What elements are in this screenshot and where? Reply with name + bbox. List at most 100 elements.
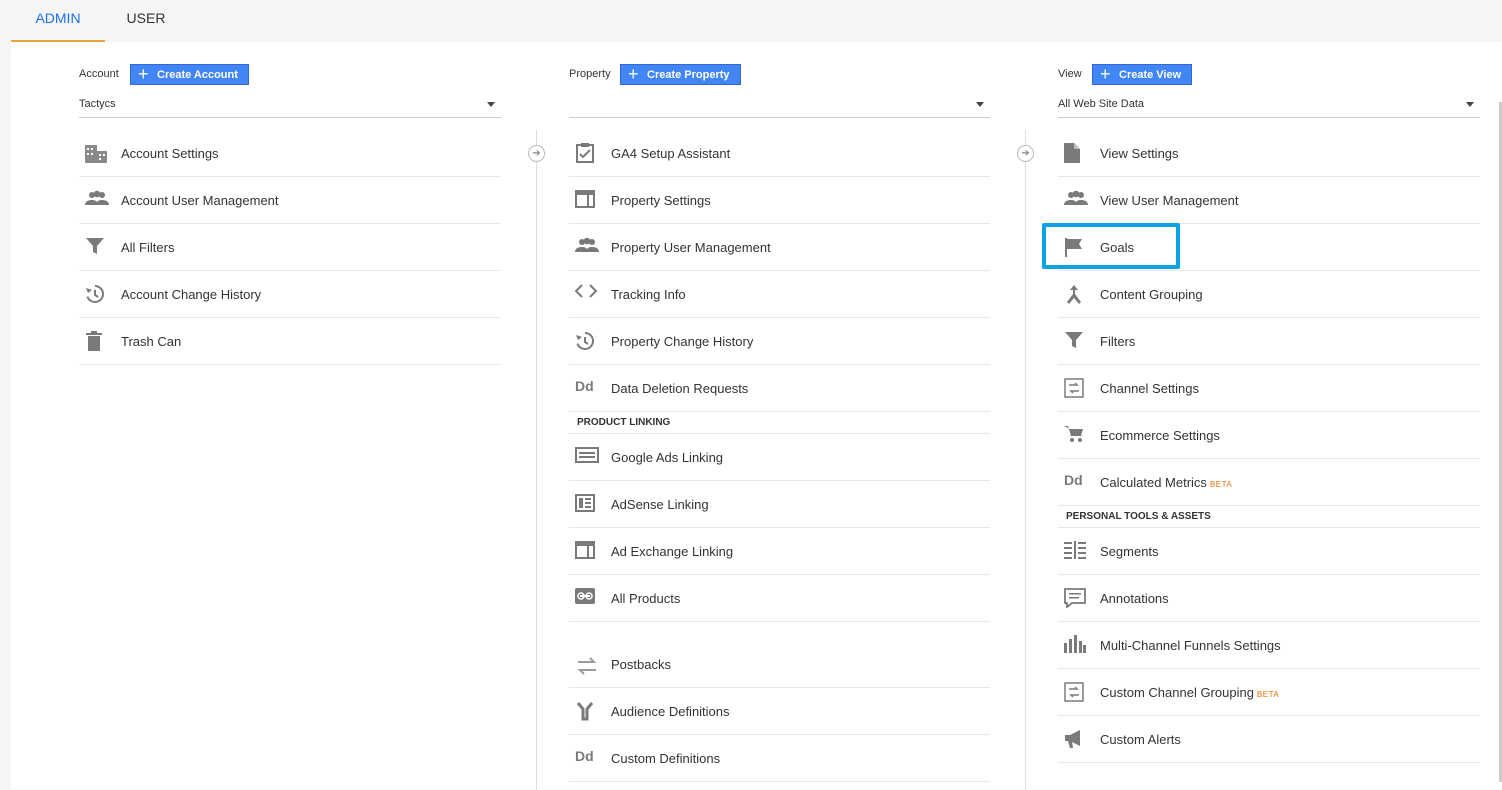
menu-item-label: Annotations: [1100, 591, 1169, 606]
property-menu-item-property-settings[interactable]: Property Settings: [569, 177, 990, 224]
menu-item-label: All Filters: [121, 240, 175, 255]
section-heading: PRODUCT LINKING: [569, 412, 990, 434]
menu-item-label: Tracking Info: [611, 287, 686, 302]
view-menu-item-channel-settings[interactable]: Channel Settings: [1058, 365, 1480, 412]
menu-item-label: Ecommerce Settings: [1100, 428, 1220, 443]
view-menu-item-goals[interactable]: Goals: [1058, 224, 1480, 271]
view-menu: View Settings View User Management Goals Co…: [1058, 130, 1480, 763]
menu-item-label: Channel Settings: [1100, 381, 1200, 396]
menu-item-label: Account User Management: [121, 193, 279, 208]
menu-item-label: AdSense Linking: [611, 497, 709, 512]
beta-badge: BETA: [1209, 480, 1233, 489]
tab-admin[interactable]: ADMIN: [11, 0, 105, 42]
menu-item-label: Google Ads Linking: [611, 450, 724, 465]
people-icon: [85, 190, 109, 209]
property-menu-item-property-change-history[interactable]: Property Change History: [569, 318, 990, 365]
bars-icon: [1064, 635, 1086, 656]
view-menu-item-multi-channel-funnels-settings[interactable]: Multi-Channel Funnels Settings: [1058, 622, 1480, 669]
property-menu-item-adsense-linking[interactable]: AdSense Linking: [569, 481, 990, 528]
account-menu-item-account-settings[interactable]: Account Settings: [79, 130, 501, 177]
fork-icon: [575, 702, 595, 724]
view-menu-item-filters[interactable]: Filters: [1058, 318, 1480, 365]
comment-icon: [1064, 588, 1086, 611]
menu-item-label: Custom Definitions: [611, 751, 721, 766]
menu-item-label: GA4 Setup Assistant: [611, 146, 731, 161]
dropdown-arrow-icon: [976, 102, 984, 107]
view-menu-item-custom-alerts[interactable]: Custom Alerts: [1058, 716, 1480, 763]
menu-item-label: Goals: [1100, 240, 1134, 255]
property-menu-item-property-user-management[interactable]: Property User Management: [569, 224, 990, 271]
dropdown-arrow-icon: [487, 102, 495, 107]
menu-item-label: Content Grouping: [1100, 287, 1203, 302]
section-heading: PERSONAL TOOLS & ASSETS: [1058, 506, 1480, 528]
building-icon: [85, 145, 107, 166]
link-icon: [575, 588, 595, 607]
ads-icon: [575, 447, 599, 466]
menu-item-label: Trash Can: [121, 334, 182, 349]
property-label: Property: [569, 68, 611, 80]
menu-item-label: Account Settings: [121, 146, 219, 161]
property-menu-item-ga4-setup-assistant[interactable]: GA4 Setup Assistant: [569, 130, 990, 177]
property-menu-item-tracking-info[interactable]: Tracking Info: [569, 271, 990, 318]
cart-icon: [1064, 426, 1084, 446]
property-menu-item-postbacks[interactable]: Postbacks: [569, 641, 990, 688]
view-menu-item-view-settings[interactable]: View Settings: [1058, 130, 1480, 177]
filter-icon: [85, 238, 105, 258]
property-selector[interactable]: [569, 92, 990, 118]
plus-icon: +: [1100, 64, 1111, 84]
menu-item-label: Ad Exchange Linking: [611, 544, 734, 559]
account-menu-item-account-user-management[interactable]: Account User Management: [79, 177, 501, 224]
property-menu: GA4 Setup Assistant Property Settings Prop…: [569, 130, 990, 782]
view-menu-item-segments[interactable]: Segments: [1058, 528, 1480, 575]
menu-item-label: Postbacks: [611, 657, 671, 672]
menu-item-label: Account Change History: [121, 287, 262, 302]
create-property-button[interactable]: + Create Property: [620, 64, 741, 85]
view-menu-item-custom-channel-grouping[interactable]: Custom Channel Grouping BETA: [1058, 669, 1480, 716]
people-icon: [1064, 190, 1088, 209]
history-icon: [85, 285, 105, 307]
menu-item-label: Property Change History: [611, 334, 754, 349]
account-menu: Account Settings Account User Management A…: [79, 130, 501, 365]
account-menu-item-all-filters[interactable]: All Filters: [79, 224, 501, 271]
dropdown-arrow-icon: [1466, 102, 1474, 107]
people-icon: [575, 237, 599, 256]
window-icon: [575, 541, 595, 562]
property-menu-item-audience-definitions[interactable]: Audience Definitions: [569, 688, 990, 735]
window-icon: [575, 190, 595, 211]
column-divider: [1025, 130, 1026, 790]
view-selector[interactable]: All Web Site Data: [1058, 92, 1480, 118]
view-menu-item-content-grouping[interactable]: Content Grouping: [1058, 271, 1480, 318]
view-menu-item-view-user-management[interactable]: View User Management: [1058, 177, 1480, 224]
menu-item-label: Property User Management: [611, 240, 771, 255]
filter-icon: [1064, 332, 1084, 352]
menu-item-label: Custom Alerts: [1100, 732, 1181, 747]
arrow-right-icon: ➔: [1017, 145, 1034, 162]
property-menu-item-data-deletion-requests[interactable]: Dd Data Deletion Requests: [569, 365, 990, 412]
view-menu-item-annotations[interactable]: Annotations: [1058, 575, 1480, 622]
create-view-button[interactable]: + Create View: [1092, 64, 1193, 85]
property-menu-item-google-ads-linking[interactable]: Google Ads Linking: [569, 434, 990, 481]
merge-icon: [1064, 285, 1084, 307]
admin-panel: Account + Create Account Tactycs Account …: [11, 42, 1502, 790]
property-menu-item-ad-exchange-linking[interactable]: Ad Exchange Linking: [569, 528, 990, 575]
view-menu-item-calculated-metrics[interactable]: Dd Calculated Metrics BETA: [1058, 459, 1480, 506]
menu-item-label: View User Management: [1100, 193, 1239, 208]
swap-icon: [575, 657, 599, 681]
trash-icon: [85, 331, 103, 354]
property-menu-item-custom-definitions[interactable]: Dd Custom Definitions: [569, 735, 990, 782]
account-menu-item-trash-can[interactable]: Trash Can: [79, 318, 501, 365]
tab-user[interactable]: USER: [110, 0, 182, 42]
dd-icon: Dd: [1064, 472, 1083, 488]
menu-item-label: Filters: [1100, 334, 1136, 349]
history-icon: [575, 332, 595, 354]
property-menu-item-all-products[interactable]: All Products: [569, 575, 990, 622]
flag-icon: [1064, 238, 1084, 260]
account-selector[interactable]: Tactycs: [79, 92, 501, 118]
view-menu-item-ecommerce-settings[interactable]: Ecommerce Settings: [1058, 412, 1480, 459]
create-account-button[interactable]: + Create Account: [130, 64, 249, 85]
account-menu-item-account-change-history[interactable]: Account Change History: [79, 271, 501, 318]
menu-item-label: Audience Definitions: [611, 704, 730, 719]
plus-icon: +: [138, 64, 149, 84]
top-tabs: ADMIN USER: [0, 0, 1502, 42]
